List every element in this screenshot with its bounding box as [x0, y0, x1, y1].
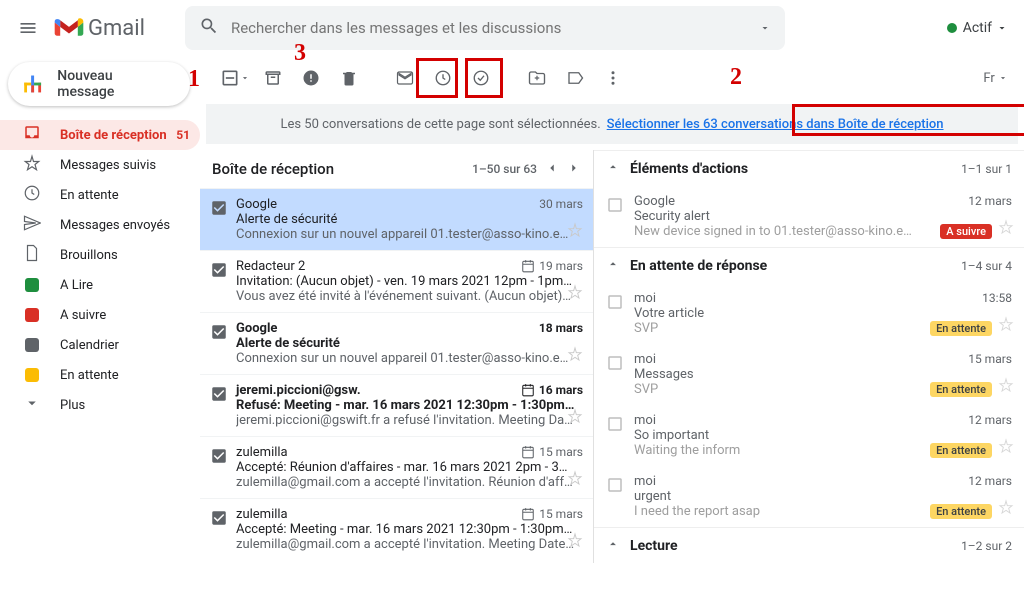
- checkbox[interactable]: [210, 323, 230, 366]
- toolbar: Fr: [200, 56, 1024, 100]
- side-email-row[interactable]: moiSo importantWaiting the inform12 mars…: [594, 405, 1024, 466]
- add-task-button[interactable]: [462, 60, 500, 96]
- spam-button[interactable]: [292, 60, 330, 96]
- nav-item-3[interactable]: Messages envoyés: [0, 210, 200, 240]
- file-icon: [23, 244, 41, 266]
- checkbox[interactable]: [606, 196, 624, 239]
- group-header[interactable]: Éléments d'actions1–1 sur 1: [594, 150, 1024, 186]
- checkbox[interactable]: [210, 199, 230, 242]
- nav-item-1[interactable]: Messages suivis: [0, 150, 200, 180]
- nav-item-5[interactable]: A Lire: [0, 270, 200, 300]
- more-button[interactable]: [594, 60, 632, 96]
- clock-icon: [23, 184, 41, 206]
- checkbox[interactable]: [606, 354, 624, 397]
- chevron-icon: [606, 537, 620, 555]
- group-header[interactable]: Lecture1–2 sur 2: [594, 527, 1024, 563]
- inbox-title: Boîte de réception: [212, 160, 334, 178]
- nav-item-4[interactable]: Brouillons: [0, 240, 200, 270]
- search-options-icon[interactable]: [759, 19, 771, 38]
- star-icon[interactable]: [567, 532, 583, 552]
- search-input[interactable]: [231, 19, 771, 37]
- menu-icon[interactable]: [16, 18, 40, 38]
- label-icon: [25, 338, 39, 352]
- star-icon[interactable]: [567, 222, 583, 242]
- product-name: Gmail: [88, 16, 145, 41]
- delete-button[interactable]: [330, 60, 368, 96]
- checkbox[interactable]: [606, 476, 624, 519]
- snooze-button[interactable]: [424, 60, 462, 96]
- star-icon[interactable]: [998, 219, 1014, 239]
- label-button[interactable]: [556, 60, 594, 96]
- email-row[interactable]: GoogleAlerte de sécuritéConnexion sur un…: [200, 312, 593, 374]
- page-prev-button[interactable]: [545, 161, 559, 178]
- annotation-1: 1: [188, 66, 200, 93]
- star-icon[interactable]: [998, 377, 1014, 397]
- group-header[interactable]: En attente de réponse1–4 sur 4: [594, 247, 1024, 283]
- gmail-logo[interactable]: Gmail: [54, 16, 145, 41]
- side-email-row[interactable]: moiMessagesSVP15 marsEn attente: [594, 344, 1024, 405]
- star-icon[interactable]: [998, 316, 1014, 336]
- star-icon[interactable]: [567, 470, 583, 490]
- chevron-icon: [606, 257, 620, 275]
- checkbox[interactable]: [210, 385, 230, 428]
- move-button[interactable]: [518, 60, 556, 96]
- inbox-icon: [23, 124, 41, 146]
- select-all-checkbox[interactable]: [216, 60, 254, 96]
- highlight-box-3: [792, 104, 1024, 136]
- nav-item-2[interactable]: En attente: [0, 180, 200, 210]
- send-icon: [23, 214, 41, 236]
- mark-read-button[interactable]: [386, 60, 424, 96]
- checkbox[interactable]: [606, 293, 624, 336]
- more-icon: [23, 394, 41, 416]
- email-row[interactable]: jeremi.piccioni@gsw.Refusé: Meeting - ma…: [200, 374, 593, 436]
- email-row[interactable]: zulemillaAccepté: Réunion d'affaires - m…: [200, 436, 593, 498]
- chevron-icon: [606, 160, 620, 178]
- star-icon[interactable]: [567, 408, 583, 428]
- compose-label: Nouveau message: [57, 68, 170, 100]
- checkbox[interactable]: [210, 447, 230, 490]
- side-email-row[interactable]: moiurgentI need the report asap12 marsEn…: [594, 466, 1024, 527]
- checkbox[interactable]: [606, 415, 624, 458]
- search-icon: [199, 16, 219, 40]
- nav-item-8[interactable]: En attente: [0, 360, 200, 390]
- checkbox[interactable]: [210, 261, 230, 304]
- email-row[interactable]: zulemillaAccepté: Meeting - mar. 16 mars…: [200, 498, 593, 560]
- label-icon: [25, 308, 39, 322]
- star-icon[interactable]: [998, 438, 1014, 458]
- star-icon: [23, 154, 41, 176]
- label-icon: [25, 368, 39, 382]
- archive-button[interactable]: [254, 60, 292, 96]
- pager-range: 1–50 sur 63: [472, 162, 537, 176]
- email-row[interactable]: GoogleAlerte de sécuritéConnexion sur un…: [200, 188, 593, 250]
- nav-item-6[interactable]: A suivre: [0, 300, 200, 330]
- status-indicator[interactable]: Actif: [947, 20, 1008, 36]
- input-lang[interactable]: Fr: [983, 71, 1008, 86]
- email-row[interactable]: Redacteur 2Invitation: (Aucun objet) - v…: [200, 250, 593, 312]
- nav-item-9[interactable]: Plus: [0, 390, 200, 420]
- nav-item-0[interactable]: Boîte de réception51: [0, 120, 200, 150]
- star-icon[interactable]: [998, 499, 1014, 519]
- presence-dot: [947, 23, 957, 33]
- star-icon[interactable]: [567, 284, 583, 304]
- side-email-row[interactable]: GoogleSecurity alertNew device signed in…: [594, 186, 1024, 247]
- checkbox[interactable]: [210, 509, 230, 552]
- side-email-row[interactable]: moiVotre articleSVP13:58En attente: [594, 283, 1024, 344]
- page-next-button[interactable]: [567, 161, 581, 178]
- search-bar[interactable]: [185, 6, 785, 50]
- compose-button[interactable]: Nouveau message: [8, 62, 190, 106]
- label-icon: [25, 278, 39, 292]
- nav-item-7[interactable]: Calendrier: [0, 330, 200, 360]
- star-icon[interactable]: [567, 346, 583, 366]
